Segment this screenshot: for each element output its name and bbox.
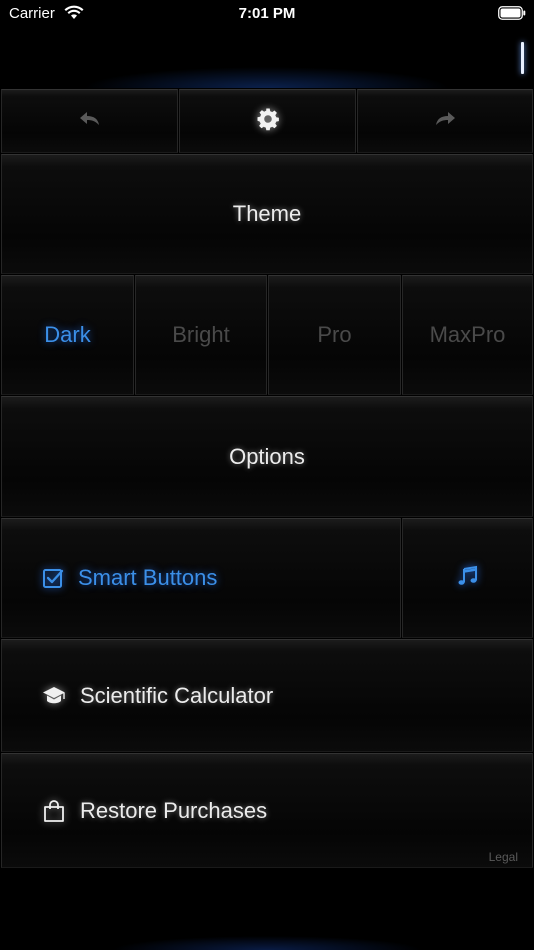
restore-purchases-button[interactable]: Restore Purchases Legal <box>1 753 533 868</box>
options-header: Options <box>1 396 533 517</box>
undo-arrow-icon <box>79 111 101 132</box>
graduation-cap-icon <box>42 685 66 707</box>
home-indicator-glow <box>0 900 534 950</box>
smart-buttons-toggle[interactable]: Smart Buttons <box>1 518 401 638</box>
status-time: 7:01 PM <box>238 5 296 22</box>
checkbox-checked-icon <box>42 567 64 589</box>
theme-option-label: Pro <box>317 322 352 347</box>
theme-header: Theme <box>1 154 533 274</box>
calculator-display <box>0 30 534 88</box>
sound-button[interactable] <box>402 518 533 638</box>
scientific-calculator-button[interactable]: Scientific Calculator <box>1 639 533 752</box>
undo-button[interactable] <box>1 89 178 153</box>
smart-buttons-label: Smart Buttons <box>78 565 218 590</box>
theme-option-maxpro[interactable]: MaxPro <box>402 275 533 395</box>
theme-option-pro[interactable]: Pro <box>268 275 401 395</box>
shopping-bag-icon <box>42 799 66 823</box>
options-title: Options <box>229 443 305 469</box>
legal-link[interactable]: Legal <box>489 850 518 864</box>
input-cursor <box>521 42 524 74</box>
theme-option-bright[interactable]: Bright <box>135 275 267 395</box>
theme-title: Theme <box>232 201 302 226</box>
redo-arrow-icon <box>434 111 456 132</box>
redo-button[interactable] <box>357 89 533 153</box>
gear-icon <box>256 107 280 136</box>
theme-option-label: MaxPro <box>429 322 506 347</box>
theme-option-label: Bright <box>172 322 230 347</box>
battery-icon <box>498 6 526 25</box>
settings-button[interactable] <box>179 89 356 153</box>
music-note-icon <box>457 565 479 592</box>
restore-purchases-label: Restore Purchases <box>80 797 268 823</box>
theme-option-dark[interactable]: Dark <box>1 275 134 395</box>
status-bar: Carrier 7:01 PM <box>0 0 534 30</box>
theme-option-label: Dark <box>44 322 91 347</box>
scientific-calculator-label: Scientific Calculator <box>80 682 274 708</box>
